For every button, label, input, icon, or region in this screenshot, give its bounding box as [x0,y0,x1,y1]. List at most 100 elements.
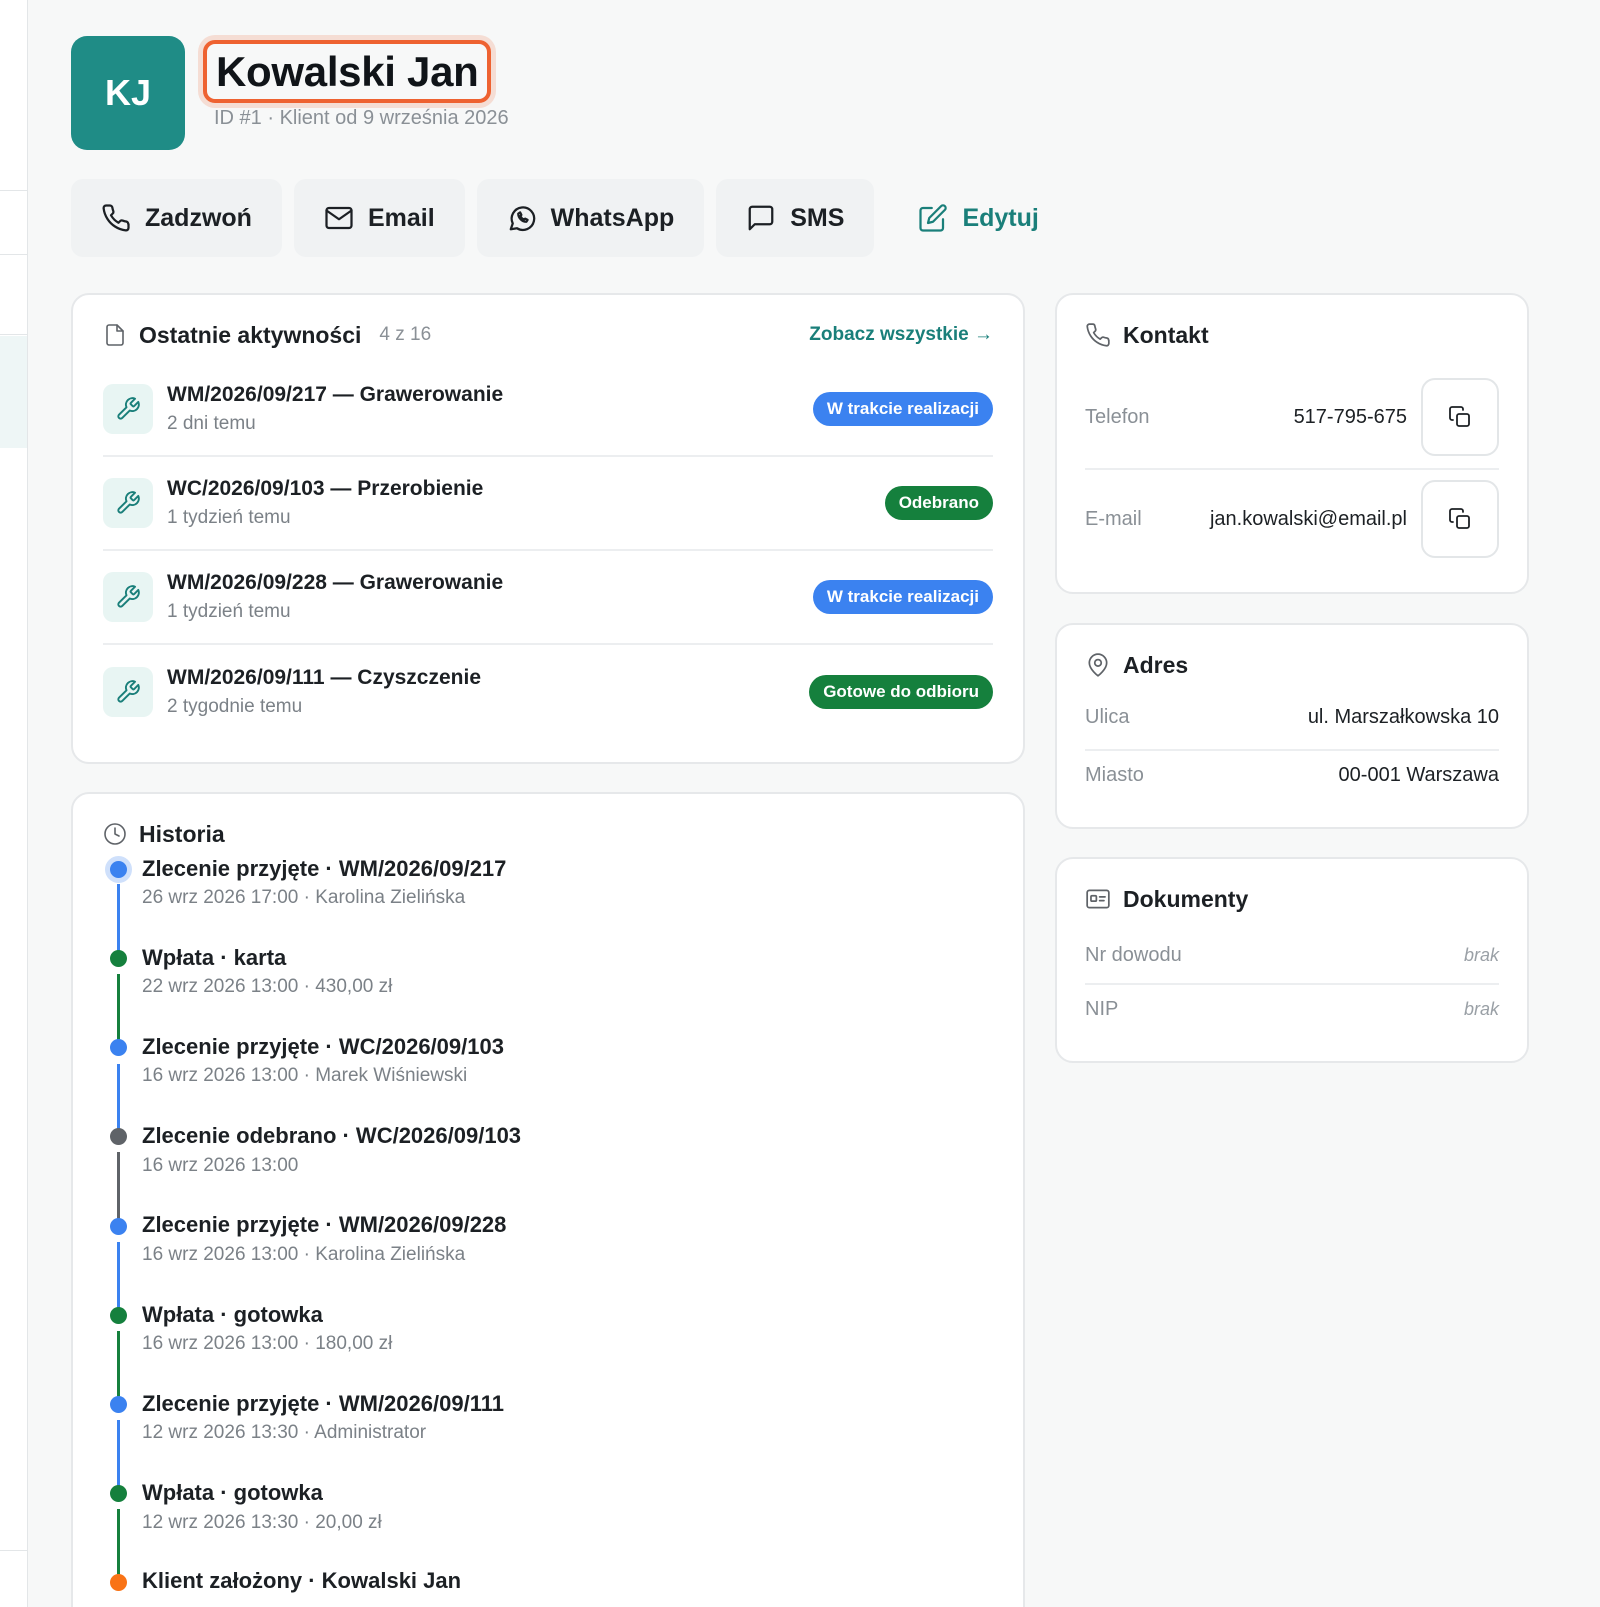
timeline-dot [110,1574,127,1591]
timeline-connector [117,974,120,1047]
timeline-event-sub: 16 wrz 2026 13:00 [142,1155,299,1176]
copy-icon [1449,508,1470,529]
address-title: Adres [1123,651,1189,678]
sms-button[interactable]: SMS [716,179,875,257]
edit-button[interactable]: Edytuj [886,179,1066,257]
phone-row: Telefon 517-795-675 [1085,377,1499,457]
copy-phone-button[interactable] [1421,378,1499,456]
message-icon [748,205,774,231]
city-value: 00-001 Warszawa [1338,763,1499,786]
timeline-event-sub: 16 wrz 2026 13:00 · Karolina Zielińska [142,1244,466,1265]
copy-email-button[interactable] [1421,480,1499,558]
timeline-dot [105,856,132,883]
timeline-dot [110,950,127,967]
activity-icon-box [103,478,153,528]
timeline-connector [117,1152,120,1225]
address-card: Adres Ulica ul. Marszałkowska 10 Miasto … [1055,623,1529,829]
activities-title: Ostatnie aktywności [139,321,362,348]
timeline-event-title: Wpłata · karta [142,945,287,970]
wrench-icon [117,491,140,514]
nip-label: NIP [1085,997,1119,1020]
activity-time: 2 dni temu [167,413,256,434]
timeline-event-title: Wpłata · gotowka [142,1302,323,1327]
documents-title: Dokumenty [1123,885,1249,912]
timeline-dot [110,1218,127,1235]
recent-activities-card: Ostatnie aktywności 4 z 16 Zobacz wszyst… [71,293,1025,764]
wrench-icon [117,397,140,420]
activity-row[interactable]: WC/2026/09/103 — Przerobienie 1 tydzień … [103,457,993,551]
activity-time: 1 tydzień temu [167,601,291,622]
client-name-highlight: Kowalski Jan [203,40,491,103]
sidebar-divider [0,334,27,335]
activity-icon-box [103,572,153,622]
contact-card: Kontakt Telefon 517-795-675 E-mail jan.k… [1055,293,1529,594]
id-number-row: Nr dowodu brak [1085,935,1499,975]
id-number-label: Nr dowodu [1085,943,1182,966]
contact-divider [1085,468,1499,470]
status-badge: Gotowe do odbioru [809,675,993,709]
activity-title: WM/2026/09/228 — Grawerowanie [167,571,504,594]
activity-title: WM/2026/09/217 — Grawerowanie [167,383,504,406]
address-divider [1085,749,1499,751]
whatsapp-button[interactable]: WhatsApp [476,179,705,257]
sidebar-active-item[interactable] [0,336,27,448]
address-header: Adres [1085,647,1188,683]
city-label: Miasto [1085,763,1144,786]
action-bar: Zadzwoń Email WhatsApp SMS Edytuj [71,179,1067,257]
timeline-event-title: Zlecenie przyjęte · WM/2026/09/111 [142,1391,504,1416]
email-row: E-mail jan.kowalski@email.pl [1085,479,1499,559]
client-subtitle: ID #1 · Klient od 9 września 2026 [214,107,509,129]
nip-row: NIP brak [1085,989,1499,1029]
timeline-event-title: Zlecenie przyjęte · WC/2026/09/103 [142,1034,504,1059]
history-card: Historia Zlecenie przyjęte · WM/2026/09/… [71,792,1025,1607]
timeline-connector [117,1242,120,1315]
document-icon [106,324,124,346]
phone-icon [102,204,130,232]
activity-time: 1 tydzień temu [167,507,291,528]
history-header: Historia [103,816,225,852]
timeline-connector [117,1420,120,1493]
email-button-label: Email [367,203,435,232]
phone-icon [1086,323,1110,347]
timeline-event-sub: 26 wrz 2026 17:00 · Karolina Zielińska [142,887,466,908]
activity-icon-box [103,384,153,434]
client-name: Kowalski Jan [216,48,479,95]
timeline-connector [117,1064,120,1137]
copy-icon [1449,406,1470,427]
street-value: ul. Marszałkowska 10 [1307,705,1499,728]
call-button[interactable]: Zadzwoń [71,179,282,257]
timeline-connector [117,1331,120,1404]
documents-header: Dokumenty [1085,881,1248,917]
timeline-event-sub: 16 wrz 2026 13:00 · 180,00 zł [142,1333,393,1354]
see-all-link[interactable]: Zobacz wszystkie → [809,324,993,346]
phone-label: Telefon [1085,405,1150,428]
timeline-event-title: Zlecenie odebrano · WC/2026/09/103 [142,1123,522,1148]
contact-header: Kontakt [1085,317,1209,353]
phone-value: 517-795-675 [1293,405,1407,428]
activity-row[interactable]: WM/2026/09/217 — Grawerowanie 2 dni temu… [103,363,993,457]
activities-count: 4 z 16 [379,324,432,345]
edit-icon [919,204,948,232]
timeline-event-sub: 16 wrz 2026 13:00 · Marek Wiśniewski [142,1065,468,1086]
email-value: jan.kowalski@email.pl [1209,507,1407,530]
timeline-event-title: Wpłata · gotowka [142,1480,323,1505]
nip-value: brak [1463,998,1499,1019]
history-title: Historia [139,820,225,847]
city-row: Miasto 00-001 Warszawa [1085,753,1499,797]
sidebar-divider [0,190,27,191]
sidebar-divider [0,1550,27,1551]
activity-row[interactable]: WM/2026/09/111 — Czyszczenie 2 tygodnie … [103,645,993,739]
sms-button-label: SMS [790,203,845,232]
timeline-dot [110,1396,127,1413]
timeline-event-sub: 22 wrz 2026 13:00 · 430,00 zł [142,976,393,997]
street-row: Ulica ul. Marszałkowska 10 [1085,697,1499,737]
edit-button-label: Edytuj [962,203,1039,232]
whatsapp-button-label: WhatsApp [550,203,675,232]
email-button[interactable]: Email [293,179,465,257]
status-badge: W trakcie realizacji [812,392,993,426]
mail-icon [325,206,353,230]
activity-row[interactable]: WM/2026/09/228 — Grawerowanie 1 tydzień … [103,551,993,645]
client-avatar: KJ [71,36,185,150]
clock-icon [104,823,126,845]
activities-header: Ostatnie aktywności 4 z 16 Zobacz wszyst… [103,317,993,353]
